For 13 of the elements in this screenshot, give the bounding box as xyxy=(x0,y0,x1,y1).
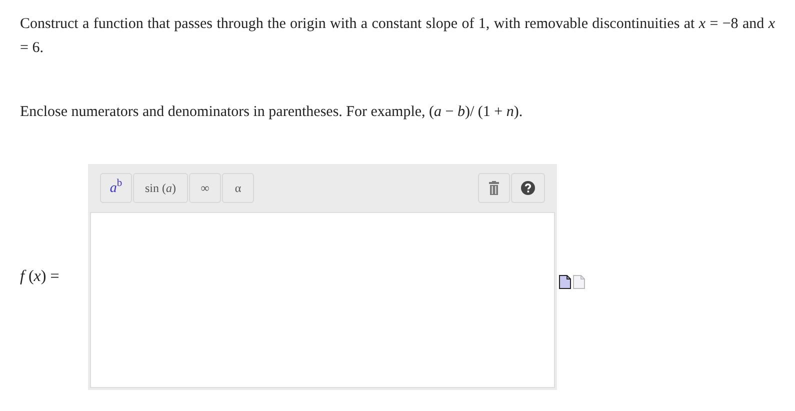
question-text: Construct a function that passes through the origin with a constant slope of 1, with removable discontinuities at x = −8 and x = 6. xyxy=(19,15,776,58)
answer-label: f (x) = xyxy=(19,267,60,287)
clear-button[interactable] xyxy=(478,173,510,203)
help-button[interactable] xyxy=(511,173,545,203)
instruction-text: Enclose numerators and denominators in parentheses. For example, (a − b)/ (1 + n). xyxy=(19,103,524,122)
toolbar-button[interactable]: sin (a) xyxy=(133,173,188,203)
toolbar-button[interactable]: α xyxy=(222,173,254,203)
input-field[interactable] xyxy=(90,212,555,388)
trash-icon xyxy=(489,181,499,195)
toolbar-button[interactable]: ∞ xyxy=(189,173,221,203)
help-icon xyxy=(521,181,535,195)
toolbar-button[interactable]: a$^{b}$ xyxy=(100,173,132,203)
formula-document-icon[interactable] xyxy=(559,275,571,289)
